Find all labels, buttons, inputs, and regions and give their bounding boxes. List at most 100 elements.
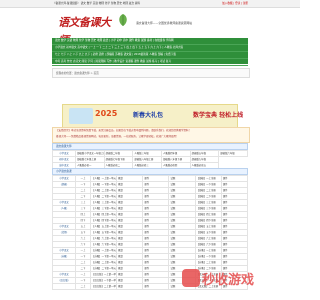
resource-link[interactable]: 部编版七年级上册 [77,158,96,161]
resource-link[interactable]: 课件 [144,225,149,228]
nav-row[interactable]: 七上 七下 八上 八下 九上 九下 | 必修 选修 | 部编版 苏教版 语文版 … [52,52,248,59]
resource-link[interactable]: 教案 [118,177,123,180]
resource-link[interactable]: 课件 [223,243,228,246]
resource-link[interactable]: 试题 [170,213,175,216]
resource-link[interactable]: 教案 [118,237,123,240]
resource-link[interactable]: 教案 [118,243,123,246]
resource-link[interactable]: 教案 [118,183,123,186]
resource-link[interactable]: 部编版七年级下册 [106,158,125,161]
resource-link[interactable]: 部编版二年级 [106,152,120,155]
resource-link[interactable]: 试题 [170,279,175,282]
resource-link[interactable]: 课件 [223,249,228,252]
resource-link[interactable]: 【部编】六上全册 [197,237,216,240]
resource-link[interactable]: 人教版四年级 [163,152,177,155]
resource-link[interactable]: 【语文版】一上第一单元 [92,273,116,276]
resource-link[interactable]: 课件 [144,285,149,288]
resource-link[interactable]: 【苏教】一上第一单元 [92,249,116,252]
resource-link[interactable]: 试题 [170,273,175,276]
resource-link[interactable]: 课件 [223,255,228,258]
resource-link[interactable]: 【苏教】一下第一单元 [92,255,116,258]
resource-link[interactable]: 教案 [118,255,123,258]
resource-link[interactable]: 课件 [223,177,228,180]
resource-link[interactable]: 【人教】三下第一单元 [92,207,116,210]
resource-link[interactable]: 【部编】二上全册 [197,189,216,192]
resource-link[interactable]: 课件 [144,279,149,282]
resource-link[interactable]: 教案 [118,201,123,204]
nav-row[interactable]: 小学语文 初中语文 高中语文 | 一上 一下 二上 二下 三上 三下 四上 四下… [52,45,248,52]
resource-link[interactable]: 试题 [170,189,175,192]
resource-link[interactable]: 人教版必修四 [163,164,177,167]
resource-link[interactable]: 试题 [170,267,175,270]
resource-link[interactable]: 【苏教】一上全册 [197,249,216,252]
resource-link[interactable]: 教案 [118,195,123,198]
resource-link[interactable]: 部编版六年级 [220,152,234,155]
resource-link[interactable]: 试题 [170,231,175,234]
resource-link[interactable]: 【部编】三上全册 [197,201,216,204]
resource-link[interactable]: 试题 [170,207,175,210]
resource-link[interactable]: 试题 [170,219,175,222]
resource-link[interactable]: 试题 [170,225,175,228]
resource-link[interactable]: 教案 [118,213,123,216]
resource-link[interactable]: 部编版九年级 [192,158,206,161]
resource-link[interactable]: 课件 [144,273,149,276]
resource-link[interactable]: 教案 [118,231,123,234]
resource-link[interactable]: 试题 [170,237,175,240]
resource-link[interactable]: 部编版八年级上册 [134,158,153,161]
resource-link[interactable]: 【语文版】一下第一单元 [92,279,116,282]
resource-link[interactable]: 人教版必修三 [134,164,148,167]
resource-link[interactable]: 【苏教】一下全册 [197,255,216,258]
resource-link[interactable]: 课件 [223,207,228,210]
resource-link[interactable]: 试题 [170,261,175,264]
resource-link[interactable]: 【部编】一下全册 [197,183,216,186]
resource-link[interactable]: 教案 [118,267,123,270]
site-logo[interactable]: 语文备课大师 [58,14,120,47]
resource-link[interactable]: 【苏教】二上全册 [197,261,216,264]
resource-link[interactable]: 试题 [170,183,175,186]
resource-link[interactable]: 部编版小学语文一年级上册 [77,152,103,155]
nav-row[interactable]: 语文 数学 英语 物理 化学 生物 历史 地理 政治 | 小学 初中 高中 课件… [52,38,248,45]
resource-link[interactable]: 【部编】五下全册 [197,231,216,234]
resource-link[interactable]: 试题 [170,249,175,252]
resource-link[interactable]: 课件 [223,213,228,216]
resource-link[interactable]: 【部编】四下全册 [197,219,216,222]
resource-link[interactable]: 【部编】六下全册 [197,243,216,246]
resource-link[interactable]: 教案 [118,207,123,210]
resource-link[interactable]: 课件 [223,195,228,198]
resource-link[interactable]: 【人教】二下第一单元 [92,195,116,198]
resource-link[interactable]: 教案 [118,261,123,264]
resource-link[interactable]: 【苏教】二下第一单元 [92,267,116,270]
resource-link[interactable]: 课件 [144,219,149,222]
breadcrumb-text[interactable]: 您现在的位置：语文备课大师 > 首页 [56,71,99,75]
resource-link[interactable]: 课件 [223,183,228,186]
resource-link[interactable]: 部编版五年级 [192,152,206,155]
resource-link[interactable]: 课件 [223,261,228,264]
resource-link[interactable]: 课件 [144,213,149,216]
resource-link[interactable]: 【人教】一上第一单元 [92,177,116,180]
resource-link[interactable]: 试题 [170,243,175,246]
resource-link[interactable]: 课件 [144,249,149,252]
resource-link[interactable]: 【人教】五上第一单元 [92,225,116,228]
resource-link[interactable]: 课件 [144,237,149,240]
resource-link[interactable]: 课件 [223,231,228,234]
resource-link[interactable]: 【苏教】二上第一单元 [92,261,116,264]
resource-link[interactable]: 课件 [144,231,149,234]
resource-link[interactable]: 人教版必修五 [192,164,206,167]
resource-link[interactable]: 课件 [144,255,149,258]
resource-link[interactable]: 【部编】三下全册 [197,207,216,210]
resource-link[interactable]: 课件 [144,183,149,186]
resource-link[interactable]: 试题 [170,195,175,198]
resource-link[interactable]: 【人教】五下第一单元 [92,231,116,234]
resource-link[interactable]: 【人教】六下第一单元 [92,243,116,246]
resource-link[interactable]: 教案 [118,219,123,222]
resource-link[interactable]: 教案 [118,285,123,288]
resource-link[interactable]: 【人教】六上第一单元 [92,237,116,240]
resource-link[interactable]: 部编版八年级下册 [163,158,182,161]
resource-link[interactable]: 教案 [118,279,123,282]
resource-link[interactable]: 【人教】二上第一单元 [92,189,116,192]
resource-link[interactable]: 课件 [144,267,149,270]
resource-link[interactable]: 人教版必修一 [77,164,91,167]
resource-link[interactable]: 教案 [118,189,123,192]
resource-link[interactable]: 课件 [223,225,228,228]
resource-link[interactable]: 人教版三年级 [134,152,148,155]
resource-link[interactable]: 教案 [118,273,123,276]
